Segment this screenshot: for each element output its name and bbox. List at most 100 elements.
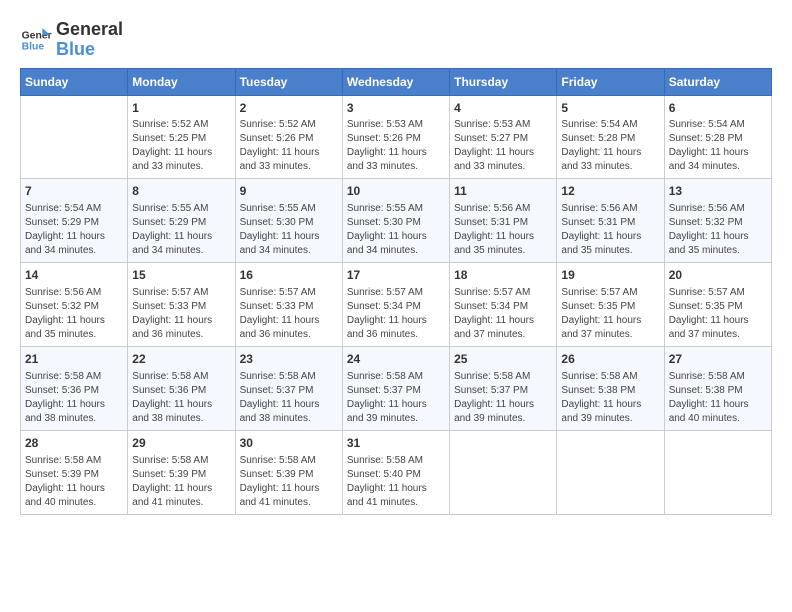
day-info: Sunrise: 5:54 AM Sunset: 5:28 PM Dayligh…: [669, 118, 767, 174]
header-day-monday: Monday: [128, 68, 235, 95]
day-info: Sunrise: 5:58 AM Sunset: 5:39 PM Dayligh…: [25, 454, 123, 510]
day-number: 12: [561, 183, 659, 200]
day-info: Sunrise: 5:54 AM Sunset: 5:28 PM Dayligh…: [561, 118, 659, 174]
day-number: 29: [132, 435, 230, 452]
calendar-cell: 8 Sunrise: 5:55 AM Sunset: 5:29 PM Daylig…: [128, 179, 235, 263]
svg-text:Blue: Blue: [22, 41, 45, 52]
day-info: Sunrise: 5:53 AM Sunset: 5:26 PM Dayligh…: [347, 118, 445, 174]
calendar-cell: 23Sunrise: 5:58 AM Sunset: 5:37 PM Dayli…: [235, 346, 342, 430]
day-info: Sunrise: 5:56 AM Sunset: 5:31 PM Dayligh…: [454, 202, 552, 258]
calendar-cell: 22 Sunrise: 5:58 AM Sunset: 5:36 PM Dayli…: [128, 346, 235, 430]
day-number: 3: [347, 100, 445, 117]
day-number: 4: [454, 100, 552, 117]
calendar-cell: 4Sunrise: 5:53 AM Sunset: 5:27 PM Daylig…: [450, 95, 557, 179]
calendar-cell: 2Sunrise: 5:52 AM Sunset: 5:26 PM Daylig…: [235, 95, 342, 179]
day-number: 21: [25, 351, 123, 368]
day-number: 20: [669, 267, 767, 284]
day-number: 19: [561, 267, 659, 284]
day-info: Sunrise: 5:54 AM Sunset: 5:29 PM Dayligh…: [25, 202, 123, 258]
day-info: Sunrise: 5:58 AM Sunset: 5:40 PM Dayligh…: [347, 454, 445, 510]
calendar-cell: 27Sunrise: 5:58 AM Sunset: 5:38 PM Dayli…: [664, 346, 771, 430]
day-number: 17: [347, 267, 445, 284]
day-number: 7: [25, 183, 123, 200]
calendar-cell: 14Sunrise: 5:56 AM Sunset: 5:32 PM Dayli…: [21, 263, 128, 347]
day-info: Sunrise: 5:57 AM Sunset: 5:35 PM Dayligh…: [561, 286, 659, 342]
calendar-cell: 16Sunrise: 5:57 AM Sunset: 5:33 PM Dayli…: [235, 263, 342, 347]
calendar-cell: 17 Sunrise: 5:57 AM Sunset: 5:34 PM Dayli…: [342, 263, 449, 347]
calendar-week-5: 28Sunrise: 5:58 AM Sunset: 5:39 PM Dayli…: [21, 430, 772, 514]
calendar-cell: [664, 430, 771, 514]
day-info: Sunrise: 5:58 AM Sunset: 5:38 PM Dayligh…: [561, 370, 659, 426]
day-number: 22: [132, 351, 230, 368]
day-info: Sunrise: 5:58 AM Sunset: 5:36 PM Dayligh…: [132, 370, 230, 426]
day-number: 27: [669, 351, 767, 368]
day-number: 8: [132, 183, 230, 200]
calendar-week-4: 21 Sunrise: 5:58 AM Sunset: 5:36 PM Dayli…: [21, 346, 772, 430]
day-number: 5: [561, 100, 659, 117]
calendar-cell: 20 Sunrise: 5:57 AM Sunset: 5:35 PM Dayli…: [664, 263, 771, 347]
calendar-cell: 21Sunrise: 5:58 AM Sunset: 5:36 PM Dayli…: [21, 346, 128, 430]
header-day-wednesday: Wednesday: [342, 68, 449, 95]
calendar-cell: 3Sunrise: 5:53 AM Sunset: 5:26 PM Daylig…: [342, 95, 449, 179]
calendar-cell: 24Sunrise: 5:58 AM Sunset: 5:37 PM Dayli…: [342, 346, 449, 430]
day-info: Sunrise: 5:58 AM Sunset: 5:39 PM Dayligh…: [132, 454, 230, 510]
calendar-cell: 1Sunrise: 5:52 AM Sunset: 5:25 PM Daylig…: [128, 95, 235, 179]
header-day-friday: Friday: [557, 68, 664, 95]
calendar-cell: 7 Sunrise: 5:54 AM Sunset: 5:29 PM Daylig…: [21, 179, 128, 263]
day-number: 18: [454, 267, 552, 284]
day-number: 25: [454, 351, 552, 368]
calendar-cell: 12Sunrise: 5:56 AM Sunset: 5:31 PM Dayli…: [557, 179, 664, 263]
header-day-sunday: Sunday: [21, 68, 128, 95]
calendar-cell: 18 Sunrise: 5:57 AM Sunset: 5:34 PM Dayli…: [450, 263, 557, 347]
calendar-cell: 29 Sunrise: 5:58 AM Sunset: 5:39 PM Dayli…: [128, 430, 235, 514]
calendar-cell: [21, 95, 128, 179]
day-number: 26: [561, 351, 659, 368]
logo: General Blue GeneralBlue: [20, 20, 123, 60]
day-info: Sunrise: 5:56 AM Sunset: 5:32 PM Dayligh…: [25, 286, 123, 342]
day-info: Sunrise: 5:52 AM Sunset: 5:26 PM Dayligh…: [240, 118, 338, 174]
day-info: Sunrise: 5:58 AM Sunset: 5:37 PM Dayligh…: [454, 370, 552, 426]
day-number: 24: [347, 351, 445, 368]
day-info: Sunrise: 5:55 AM Sunset: 5:30 PM Dayligh…: [347, 202, 445, 258]
day-info: Sunrise: 5:55 AM Sunset: 5:30 PM Dayligh…: [240, 202, 338, 258]
svg-text:General: General: [22, 30, 52, 41]
calendar-cell: 19 Sunrise: 5:57 AM Sunset: 5:35 PM Dayli…: [557, 263, 664, 347]
calendar-body: 1Sunrise: 5:52 AM Sunset: 5:25 PM Daylig…: [21, 95, 772, 514]
calendar-cell: 5Sunrise: 5:54 AM Sunset: 5:28 PM Daylig…: [557, 95, 664, 179]
day-number: 13: [669, 183, 767, 200]
calendar-cell: 10Sunrise: 5:55 AM Sunset: 5:30 PM Dayli…: [342, 179, 449, 263]
calendar-cell: 28Sunrise: 5:58 AM Sunset: 5:39 PM Dayli…: [21, 430, 128, 514]
day-number: 15: [132, 267, 230, 284]
day-info: Sunrise: 5:55 AM Sunset: 5:29 PM Dayligh…: [132, 202, 230, 258]
day-info: Sunrise: 5:57 AM Sunset: 5:35 PM Dayligh…: [669, 286, 767, 342]
calendar-header-row: SundayMondayTuesdayWednesdayThursdayFrid…: [21, 68, 772, 95]
header-day-tuesday: Tuesday: [235, 68, 342, 95]
day-number: 6: [669, 100, 767, 117]
calendar-cell: 11 Sunrise: 5:56 AM Sunset: 5:31 PM Dayli…: [450, 179, 557, 263]
header-day-saturday: Saturday: [664, 68, 771, 95]
day-info: Sunrise: 5:58 AM Sunset: 5:37 PM Dayligh…: [240, 370, 338, 426]
calendar-cell: 30Sunrise: 5:58 AM Sunset: 5:39 PM Dayli…: [235, 430, 342, 514]
day-info: Sunrise: 5:57 AM Sunset: 5:33 PM Dayligh…: [132, 286, 230, 342]
day-number: 1: [132, 100, 230, 117]
calendar-cell: [450, 430, 557, 514]
day-number: 31: [347, 435, 445, 452]
logo-icon: General Blue: [20, 24, 52, 56]
day-number: 2: [240, 100, 338, 117]
calendar-cell: [557, 430, 664, 514]
day-info: Sunrise: 5:58 AM Sunset: 5:39 PM Dayligh…: [240, 454, 338, 510]
page-header: General Blue GeneralBlue: [20, 20, 772, 60]
day-info: Sunrise: 5:53 AM Sunset: 5:27 PM Dayligh…: [454, 118, 552, 174]
calendar-cell: 15 Sunrise: 5:57 AM Sunset: 5:33 PM Dayli…: [128, 263, 235, 347]
day-info: Sunrise: 5:57 AM Sunset: 5:34 PM Dayligh…: [454, 286, 552, 342]
calendar-week-1: 1Sunrise: 5:52 AM Sunset: 5:25 PM Daylig…: [21, 95, 772, 179]
day-info: Sunrise: 5:57 AM Sunset: 5:33 PM Dayligh…: [240, 286, 338, 342]
day-number: 11: [454, 183, 552, 200]
logo-text: GeneralBlue: [56, 20, 123, 60]
calendar-cell: 25 Sunrise: 5:58 AM Sunset: 5:37 PM Dayli…: [450, 346, 557, 430]
calendar-cell: 9Sunrise: 5:55 AM Sunset: 5:30 PM Daylig…: [235, 179, 342, 263]
day-info: Sunrise: 5:57 AM Sunset: 5:34 PM Dayligh…: [347, 286, 445, 342]
day-info: Sunrise: 5:56 AM Sunset: 5:32 PM Dayligh…: [669, 202, 767, 258]
calendar-cell: 13 Sunrise: 5:56 AM Sunset: 5:32 PM Dayli…: [664, 179, 771, 263]
calendar-cell: 31 Sunrise: 5:58 AM Sunset: 5:40 PM Dayli…: [342, 430, 449, 514]
